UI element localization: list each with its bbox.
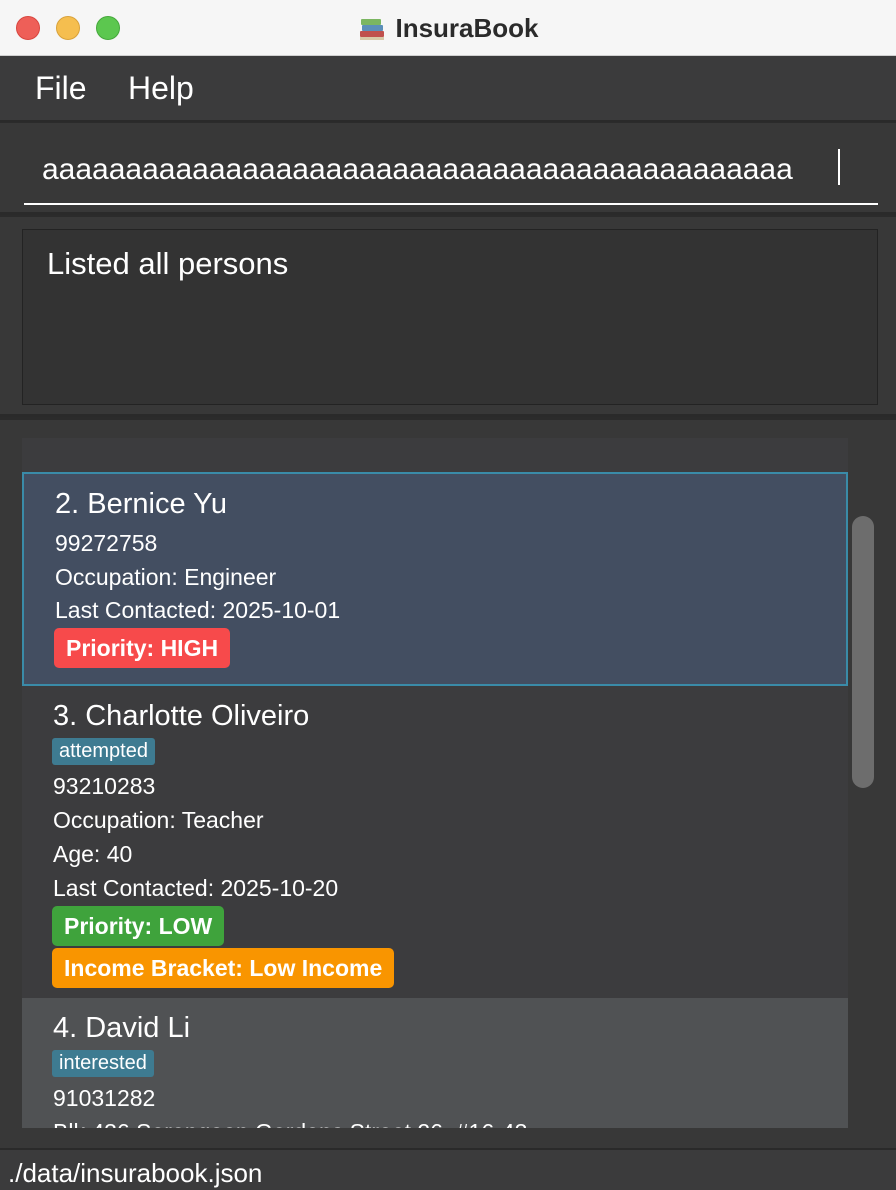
command-box-area: aaaaaaaaaaaaaaaaaaaaaaaaaaaaaaaaaaaaaaaa…	[0, 123, 896, 215]
person-card[interactable]: 4. David Li interested 91031282 Blk 436 …	[22, 998, 848, 1128]
menu-bar: File Help	[0, 56, 896, 122]
person-card[interactable]: 3. Charlotte Oliveiro attempted 93210283…	[22, 686, 848, 998]
income-bracket-badge: Income Bracket: Low Income	[52, 948, 395, 988]
result-display[interactable]: Listed all persons	[22, 229, 878, 405]
books-icon	[360, 19, 385, 40]
person-age: Age: 40	[53, 841, 133, 867]
result-message: Listed all persons	[47, 246, 289, 281]
person-card-selected[interactable]: 2. Bernice Yu 99272758 Occupation: Engin…	[22, 472, 848, 686]
window-title-group: InsuraBook	[0, 0, 896, 56]
person-last-contacted: Last Contacted: 2025-10-01	[55, 597, 341, 623]
person-name: 3. Charlotte Oliveiro	[53, 700, 310, 732]
person-list[interactable]: 2. Bernice Yu 99272758 Occupation: Engin…	[22, 438, 848, 1128]
window-title: InsuraBook	[395, 12, 539, 43]
priority-badge: Priority: LOW	[52, 906, 225, 946]
result-display-area: Listed all persons	[0, 217, 896, 417]
person-name: 2. Bernice Yu	[55, 488, 227, 520]
title-bar: InsuraBook	[0, 0, 896, 56]
list-scrollbar[interactable]	[852, 516, 874, 788]
status-bar: ./data/insurabook.json	[0, 1148, 896, 1190]
text-caret	[838, 149, 840, 185]
person-name: 4. David Li	[53, 1012, 191, 1044]
menu-help[interactable]: Help	[128, 70, 194, 107]
person-list-panel: 2. Bernice Yu 99272758 Occupation: Engin…	[0, 420, 896, 1148]
command-input-text: aaaaaaaaaaaaaaaaaaaaaaaaaaaaaaaaaaaaaaaa…	[42, 153, 793, 186]
person-phone: 93210283	[53, 773, 156, 799]
person-occupation: Occupation: Engineer	[55, 564, 277, 590]
priority-badge: Priority: HIGH	[54, 628, 231, 668]
menu-file[interactable]: File	[35, 70, 87, 107]
person-phone: 91031282	[53, 1085, 156, 1111]
person-occupation: Occupation: Teacher	[53, 807, 264, 833]
data-file-path: ./data/insurabook.json	[8, 1158, 263, 1188]
command-input[interactable]: aaaaaaaaaaaaaaaaaaaaaaaaaaaaaaaaaaaaaaaa…	[24, 143, 878, 205]
person-last-contacted: Last Contacted: 2025-10-20	[53, 875, 339, 901]
person-phone: 99272758	[55, 530, 158, 556]
person-address: Blk 436 Serangoon Gardens Street 26, #16…	[53, 1119, 527, 1128]
person-tag: interested	[52, 1050, 154, 1077]
person-tag: attempted	[52, 738, 155, 765]
